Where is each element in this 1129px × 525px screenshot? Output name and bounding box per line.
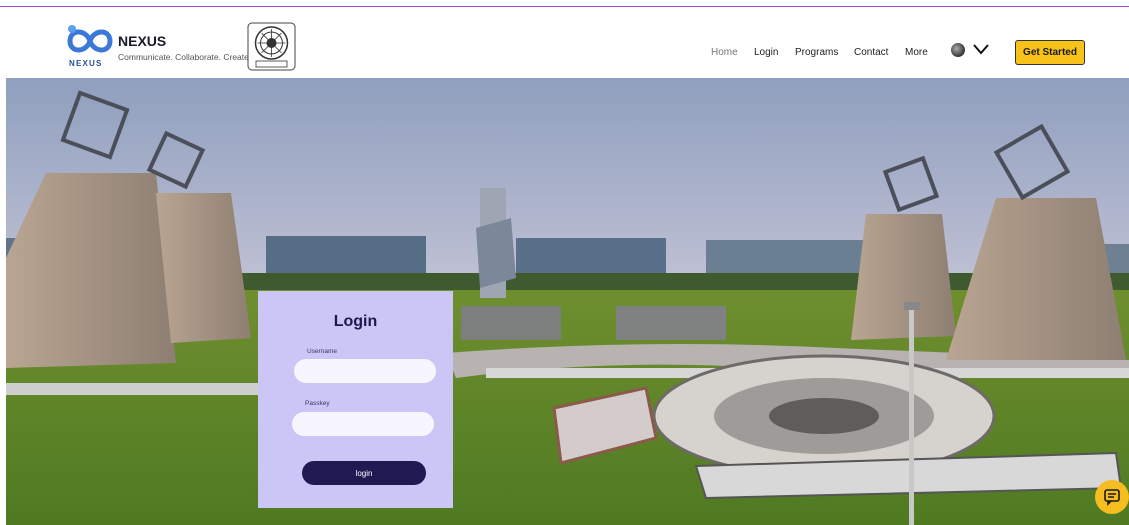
- nav-more[interactable]: More: [905, 47, 928, 58]
- login-button[interactable]: login: [302, 461, 426, 485]
- nav-programs[interactable]: Programs: [795, 47, 838, 58]
- username-input[interactable]: [294, 359, 436, 383]
- passkey-label: Passkey: [305, 400, 330, 407]
- institute-emblem-icon: [247, 22, 296, 71]
- campus-hero-image: [6, 78, 1129, 525]
- username-label: Username: [307, 348, 337, 355]
- site-header: NEXUS Communicate. Collaborate. Create. …: [0, 7, 1129, 78]
- get-started-button[interactable]: Get Started: [1015, 40, 1085, 65]
- chat-button[interactable]: [1095, 480, 1129, 514]
- chevron-down-icon[interactable]: [971, 41, 991, 57]
- hero-illustration: [6, 78, 1129, 525]
- brand-tagline: Communicate. Collaborate. Create.: [118, 52, 252, 62]
- login-title: Login: [333, 313, 378, 330]
- brand-name: NEXUS: [118, 33, 167, 49]
- logo-caption: NEXUS: [69, 59, 103, 68]
- user-avatar-icon[interactable]: [951, 43, 965, 57]
- nav-home[interactable]: Home: [711, 47, 738, 58]
- nav-contact[interactable]: Contact: [854, 47, 888, 58]
- passkey-input[interactable]: [292, 412, 434, 436]
- chat-icon: [1104, 489, 1120, 506]
- login-card: Login Username Passkey login: [258, 291, 453, 508]
- infinity-logo-icon[interactable]: [62, 19, 118, 63]
- nav-login[interactable]: Login: [754, 47, 778, 58]
